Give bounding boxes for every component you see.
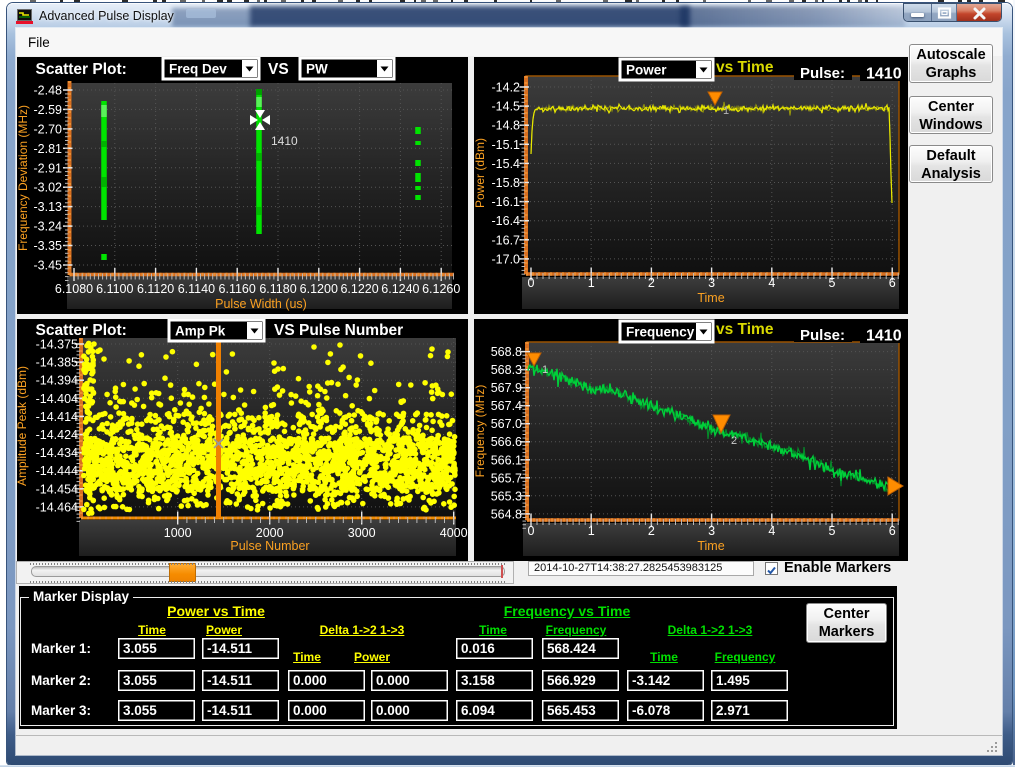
svg-text:-14.424: -14.424 [36,428,78,442]
svg-text:1000: 1000 [164,526,192,540]
svg-text:Time: Time [697,291,724,305]
svg-text:Amplitude Peak (dBm): Amplitude Peak (dBm) [17,366,29,486]
svg-text:1: 1 [588,524,595,538]
svg-text:Power (dBm): Power (dBm) [474,138,487,208]
svg-text:5: 5 [829,524,836,538]
svg-text:6.1220: 6.1220 [340,282,378,296]
svg-text:VS Pulse Number: VS Pulse Number [274,322,403,339]
svg-text:3: 3 [708,276,715,290]
svg-text:-3.35: -3.35 [34,239,63,253]
svg-text:-14.434: -14.434 [36,446,78,460]
svg-text:566.1: 566.1 [491,453,522,467]
svg-text:-15.8: -15.8 [492,176,521,190]
svg-text:Time: Time [697,539,724,553]
svg-text:6.1140: 6.1140 [178,282,215,296]
svg-text:0: 0 [528,276,535,290]
svg-text:-14.2: -14.2 [492,81,521,95]
svg-text:-14.8: -14.8 [492,119,521,133]
svg-text:-14.375: -14.375 [36,338,78,352]
svg-text:6.1260: 6.1260 [422,282,460,296]
svg-text:-14.394: -14.394 [36,374,78,388]
svg-text:2: 2 [648,524,655,538]
svg-text:-14.454: -14.454 [36,482,78,496]
svg-text:566.6: 566.6 [491,435,522,449]
svg-text:Scatter Plot:: Scatter Plot: [36,61,127,78]
svg-text:Pulse Number: Pulse Number [230,539,309,553]
svg-text:-3.24: -3.24 [34,220,63,234]
svg-text:-16.4: -16.4 [492,214,521,228]
svg-text:-2.91: -2.91 [34,161,63,175]
svg-text:Pulse:: Pulse: [800,327,845,344]
svg-text:-2.59: -2.59 [34,103,63,117]
svg-text:2: 2 [648,276,655,290]
svg-text:-3.13: -3.13 [34,200,63,214]
svg-text:564.8: 564.8 [491,507,522,521]
svg-text:-15.4: -15.4 [492,157,521,171]
svg-text:Freq Dev: Freq Dev [169,62,227,77]
svg-text:1410: 1410 [866,66,902,83]
svg-text:6.1120: 6.1120 [137,282,174,296]
svg-text:6: 6 [889,276,896,290]
svg-text:6.1240: 6.1240 [381,282,419,296]
svg-text:6.1080: 6.1080 [55,282,93,296]
svg-text:-14.404: -14.404 [36,392,78,406]
svg-text:2000: 2000 [256,526,284,540]
svg-text:6.1100: 6.1100 [96,282,133,296]
svg-text:-16.1: -16.1 [492,195,521,209]
svg-text:vs Time: vs Time [716,59,774,76]
svg-text:-15.1: -15.1 [492,138,521,152]
svg-text:PW: PW [306,62,328,77]
svg-text:1410: 1410 [271,134,298,148]
svg-text:-2.81: -2.81 [34,142,63,156]
svg-text:6.1160: 6.1160 [219,282,256,296]
svg-text:Pulse Width (us): Pulse Width (us) [215,297,307,311]
svg-text:-14.444: -14.444 [36,464,78,478]
svg-text:-14.5: -14.5 [492,100,521,114]
svg-text:-14.414: -14.414 [36,410,78,424]
svg-text:567.4: 567.4 [491,399,522,413]
svg-text:3: 3 [708,524,715,538]
svg-text:-3.45: -3.45 [34,259,63,273]
svg-text:Power: Power [626,63,667,78]
svg-text:1: 1 [723,105,729,117]
svg-text:4000: 4000 [440,526,468,540]
svg-text:2: 2 [731,435,737,447]
svg-text:-2.70: -2.70 [34,122,63,136]
svg-text:568.3: 568.3 [491,363,522,377]
svg-text:Pulse:: Pulse: [800,65,845,82]
svg-text:6.1180: 6.1180 [259,282,296,296]
svg-text:567.9: 567.9 [491,381,522,395]
svg-text:568.8: 568.8 [491,345,522,359]
svg-text:Frequency (MHz): Frequency (MHz) [474,385,487,478]
svg-text:-16.7: -16.7 [492,233,521,247]
svg-text:-14.385: -14.385 [36,356,78,370]
svg-text:-2.48: -2.48 [34,84,63,98]
svg-text:4: 4 [768,524,775,538]
svg-text:567.0: 567.0 [491,417,522,431]
svg-text:4: 4 [768,276,775,290]
svg-text:565.7: 565.7 [491,471,522,485]
svg-text:5: 5 [829,276,836,290]
svg-text:3000: 3000 [348,526,376,540]
svg-text:1410: 1410 [866,328,902,345]
svg-text:vs Time: vs Time [716,321,774,338]
svg-text:Scatter Plot:: Scatter Plot: [36,322,127,339]
svg-text:6.1200: 6.1200 [300,282,338,296]
svg-text:Frequency: Frequency [626,325,695,340]
svg-text:565.3: 565.3 [491,489,522,503]
svg-text:6: 6 [889,524,896,538]
svg-text:Frequency Deviation (MHz): Frequency Deviation (MHz) [17,105,30,251]
svg-text:VS: VS [268,61,289,78]
svg-text:-14.464: -14.464 [36,500,78,514]
svg-text:1: 1 [542,364,548,376]
svg-text:Amp Pk: Amp Pk [175,324,226,339]
svg-text:1: 1 [588,276,595,290]
svg-text:-3.02: -3.02 [34,181,63,195]
svg-text:0: 0 [528,524,535,538]
svg-text:-17.0: -17.0 [492,252,521,266]
